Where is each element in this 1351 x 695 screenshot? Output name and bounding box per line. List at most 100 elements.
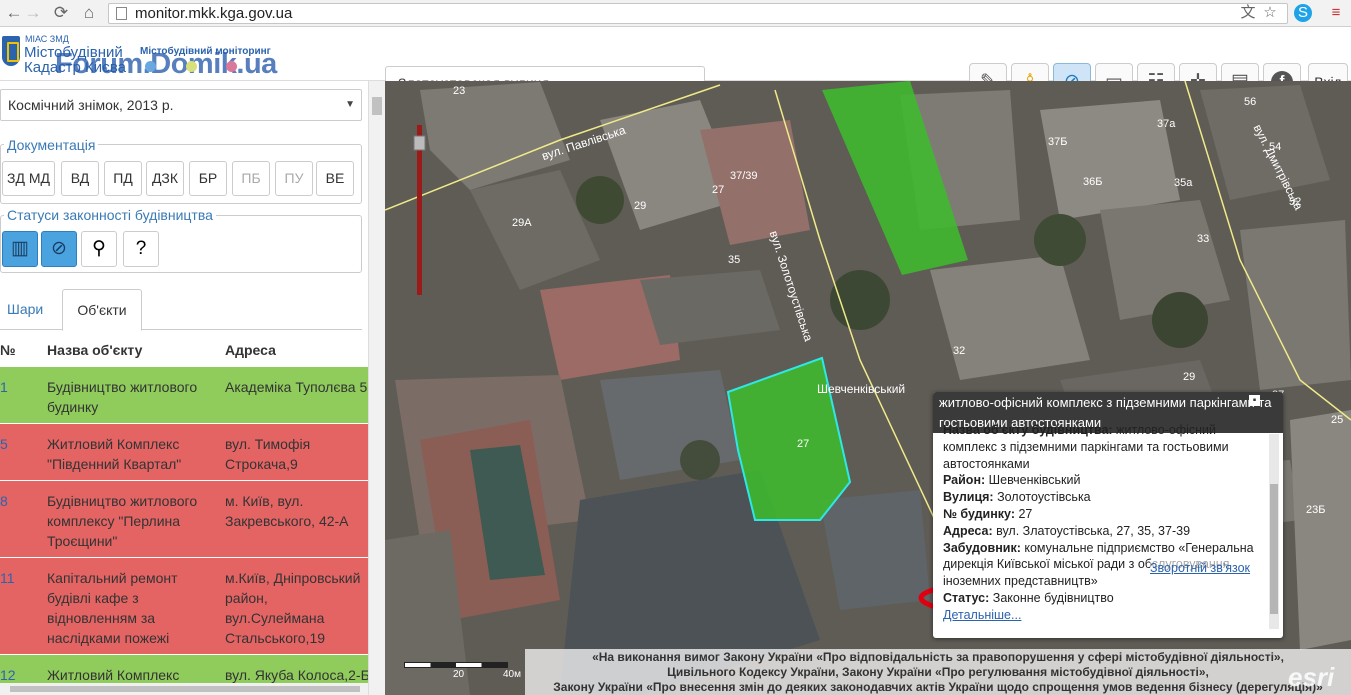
house-number-label: 23Б	[1306, 504, 1326, 516]
scrollbar-thumb[interactable]	[372, 97, 382, 115]
legal-construction-filter-icon[interactable]: ▥	[2, 231, 38, 267]
objects-table-header: № Назва об'єкту Адреса	[0, 333, 368, 367]
doc-button-3[interactable]: ДЗК	[146, 161, 184, 196]
maximize-icon[interactable]: ▪	[1249, 395, 1260, 406]
table-row[interactable]: 5 Житловий Комплекс "Південний Квартал" ву…	[0, 424, 368, 481]
house-number-label: 35а	[1174, 177, 1193, 189]
house-number-label: 29	[634, 200, 647, 212]
row-name: Житловий Комплекс	[47, 667, 180, 683]
row-name: Житловий Комплекс "Південний Квартал"	[47, 436, 182, 472]
skype-icon[interactable]: S	[1294, 4, 1312, 22]
search-icon[interactable]: ⚲	[81, 231, 117, 267]
watermark: Forum.Domik.ua	[55, 48, 277, 80]
house-number-label: 29	[1183, 371, 1196, 383]
status-value: Законне будівництво	[992, 590, 1114, 605]
table-horizontal-scrollbar[interactable]	[0, 683, 368, 695]
url-text: monitor.mkk.kga.gov.ua	[135, 5, 293, 22]
doc-button-6[interactable]: ПУ	[275, 161, 313, 196]
row-address: м. Київ, вул. Закревського, 42-А	[225, 493, 349, 529]
address-bar[interactable]: monitor.mkk.kga.gov.ua	[108, 3, 1288, 24]
row-address: Академіка Туполєва 5	[225, 379, 368, 395]
row-name: Будівництво житлового комплексу "Перлина…	[47, 493, 198, 549]
address-label: Адреса:	[943, 523, 993, 538]
illegal-construction-filter-icon[interactable]: ⊘	[41, 231, 77, 267]
tab-layers[interactable]: Шари	[0, 289, 50, 330]
translate-icon[interactable]: 文	[1239, 4, 1257, 22]
column-num: №	[0, 342, 16, 358]
arrow-right-icon[interactable]: →	[22, 3, 44, 23]
basemap-select-value: Космічний знімок, 2013 р.	[8, 97, 174, 113]
address-value: вул. Златоустівська, 27, 35, 37-39	[996, 523, 1191, 538]
house-number-label: 27	[712, 184, 725, 196]
star-icon[interactable]: ☆	[1261, 4, 1279, 22]
doc-button-1[interactable]: ВД	[61, 161, 99, 196]
legal-line: «На виконання вимог Закону України «Про …	[592, 650, 1284, 664]
kyiv-emblem-icon	[2, 36, 20, 66]
house-value: 27	[1018, 506, 1033, 521]
tab-objects[interactable]: Об'єкти	[62, 289, 142, 331]
row-number: 5	[0, 436, 8, 452]
sidebar: Космічний знімок, 2013 р. ▼ Документація…	[0, 81, 370, 695]
house-number-label: 29А	[512, 217, 532, 229]
house-number-label: 37/39	[730, 170, 758, 182]
chevron-down-icon: ▼	[345, 99, 355, 110]
name-label: Назва об'єкту будівництва:	[943, 423, 1113, 437]
house-number-label: 37а	[1157, 118, 1176, 130]
doc-button-2[interactable]: ПД	[104, 161, 142, 196]
details-link[interactable]: Детальніше...	[943, 607, 1265, 624]
doc-button-5[interactable]: ПБ	[232, 161, 270, 196]
scrollbar-thumb[interactable]	[10, 686, 360, 692]
objects-table-body: 1 Будівництво житлового будинку Академіка …	[0, 367, 370, 695]
house-label: № будинку:	[943, 506, 1015, 521]
watermark-dot	[145, 61, 156, 72]
column-address: Адреса	[225, 342, 276, 358]
status-label: Статус:	[943, 590, 990, 605]
scrollbar-thumb[interactable]	[1270, 484, 1278, 614]
row-number: 8	[0, 493, 8, 509]
feedback-link[interactable]: Зворотній зв'язок	[1150, 561, 1251, 575]
district-label: Шевченківський	[817, 382, 906, 396]
legal-line: Закону України «Про внесення змін до дея…	[553, 680, 1323, 694]
app-header: МІАС ЗМД Містобудівний Кадастр Києва Міс…	[0, 27, 1351, 101]
home-icon[interactable]: ⌂	[78, 3, 100, 23]
menu-icon[interactable]: ≡	[1327, 4, 1345, 22]
basemap-select[interactable]: Космічний знімок, 2013 р. ▼	[0, 89, 362, 121]
doc-button-0[interactable]: ЗД МД	[2, 161, 55, 196]
row-number: 1	[0, 379, 8, 395]
house-number-label: 56	[1244, 96, 1257, 108]
row-address: вул. Якуба Колоса,2-Б	[225, 667, 370, 683]
doc-button-4[interactable]: БР	[189, 161, 227, 196]
reload-icon[interactable]: ⟳	[50, 3, 72, 23]
row-number: 11	[0, 570, 15, 586]
scale-label: 20	[453, 669, 465, 680]
house-number-label: 37Б	[1048, 136, 1068, 148]
popup-scrollbar[interactable]	[1269, 434, 1279, 629]
row-name: Капітальний ремонт будівлі кафе з віднов…	[47, 570, 178, 646]
logo-small-text: МІАС ЗМД	[25, 34, 69, 44]
district-label: Район:	[943, 473, 986, 488]
sidebar-scrollbar[interactable]	[368, 81, 385, 695]
popup-body: Назва об'єкту будівництва: житлово-офісн…	[943, 422, 1265, 624]
table-row[interactable]: 1 Будівництво житлового будинку Академіка …	[0, 367, 368, 424]
browser-toolbar: ← → ⟳ ⌂ monitor.mkk.kga.gov.ua 文 ☆ S ≡	[0, 0, 1351, 27]
scale-label: 40м	[503, 669, 521, 680]
scale-bar-graphic	[404, 662, 508, 668]
documentation-title: Документація	[4, 137, 99, 153]
house-number-label: 54	[1269, 141, 1282, 153]
row-name: Будівництво житлового будинку	[47, 379, 198, 415]
column-name: Назва об'єкту	[47, 342, 143, 358]
developer-label: Забудовник:	[943, 540, 1021, 555]
object-info-popup: житлово-офісний комплекс з підземними па…	[933, 392, 1283, 638]
district-value: Шевченківський	[988, 473, 1081, 488]
table-row[interactable]: 8 Будівництво житлового комплексу "Перлин…	[0, 481, 368, 558]
street-value: Золотоустівська	[997, 490, 1091, 505]
status-title: Статуси законності будівництва	[4, 207, 216, 223]
row-address: м.Київ, Дніпровський район, вул.Сулейман…	[225, 570, 361, 646]
house-number-label: 23	[453, 85, 466, 97]
help-search-icon[interactable]: ?	[123, 231, 159, 267]
house-number-label: 36Б	[1083, 176, 1103, 188]
doc-button-7[interactable]: ВЕ	[316, 161, 354, 196]
watermark-dot	[226, 61, 237, 72]
esri-logo: esri	[1288, 662, 1335, 692]
table-row[interactable]: 11 Капітальний ремонт будівлі кафе з відн…	[0, 558, 368, 655]
